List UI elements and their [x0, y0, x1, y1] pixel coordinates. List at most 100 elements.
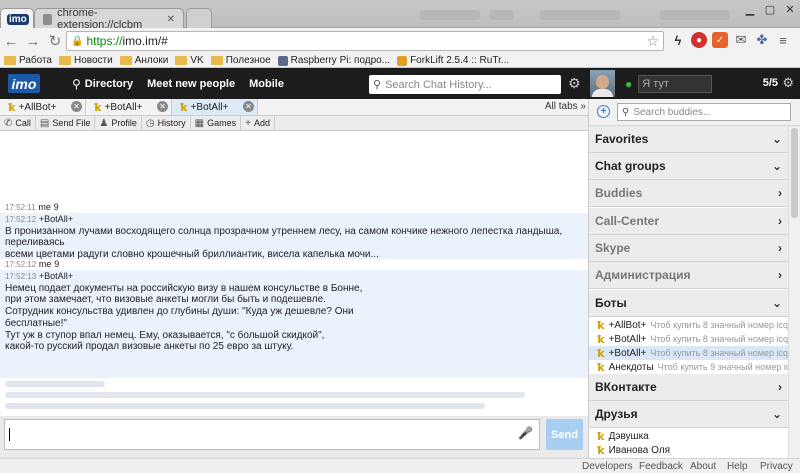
address-bar[interactable]: 🔒 https:// imo.im/# ☆	[66, 31, 664, 51]
habr-icon	[277, 55, 288, 66]
person-icon: ♟	[99, 117, 109, 129]
close-icon[interactable]: ✕	[243, 101, 254, 112]
footer-link-feedback[interactable]: Feedback	[639, 461, 683, 472]
orange-extension-icon[interactable]: ✓	[712, 32, 728, 48]
add-buddy-icon[interactable]: +	[597, 105, 610, 118]
group-chat-groups[interactable]: Chat groups ⌄	[589, 153, 788, 180]
nav-directory[interactable]: ⚲ Directory	[72, 77, 133, 91]
scrollbar-thumb[interactable]	[791, 128, 798, 218]
add-button[interactable]: + Add	[241, 115, 275, 131]
bookmark-star-icon[interactable]: ☆	[646, 33, 659, 50]
search-icon: ⚲	[622, 106, 630, 118]
group-favorites[interactable]: Favorites ⌄	[589, 126, 788, 153]
profile-button[interactable]: ♟ Profile	[95, 115, 142, 131]
close-window-icon[interactable]: ✕	[780, 0, 800, 18]
close-icon[interactable]: ✕	[157, 101, 168, 112]
new-tab-button[interactable]	[186, 8, 212, 29]
buddy-item[interactable]: ꝁ Дэвушка	[589, 429, 788, 443]
reload-icon[interactable]: ↻	[44, 32, 66, 50]
nav-meet-new-people[interactable]: Meet new people	[147, 78, 235, 90]
nav-mobile[interactable]: Mobile	[249, 78, 284, 90]
compose-area: 🎤 Send	[0, 416, 588, 458]
bookmark-item[interactable]: Анлоки	[119, 55, 168, 66]
bookmark-item[interactable]: ForkLift 2.5.4 :: RuTr...	[397, 55, 509, 66]
bookmark-item[interactable]: Работа	[4, 55, 52, 66]
online-count: 5/5	[762, 77, 778, 89]
message-me: 17:52:12 me 9	[0, 259, 588, 271]
footer-link-help[interactable]: Help	[727, 461, 748, 472]
browser-titlebar: imo ✕ chrome-extension://clcbm ✕ ▁ ▢ ✕	[0, 0, 800, 31]
close-icon[interactable]: ✕	[71, 101, 82, 112]
chat-tab-active[interactable]: ꝁ +BotAll+ ✕	[172, 99, 258, 115]
buddy-search-input[interactable]: ⚲ Search buddies...	[617, 103, 791, 121]
group-bots[interactable]: Боты ⌄	[589, 290, 788, 317]
imo-extension-icon[interactable]: ✤	[754, 32, 770, 48]
lock-icon: 🔒	[71, 35, 84, 47]
imo-logo[interactable]: imo	[8, 74, 40, 93]
group-friends[interactable]: Друзья ⌄	[589, 401, 788, 428]
forward-icon[interactable]: →	[22, 33, 44, 50]
back-icon[interactable]: ←	[0, 33, 22, 50]
folder-icon	[210, 56, 223, 65]
blurred-line	[5, 403, 485, 409]
chat-history-search-input[interactable]: ⚲ Search Chat History...	[369, 75, 561, 94]
group-buddies[interactable]: Buddies ›	[589, 180, 788, 207]
group-skype[interactable]: Skype ›	[589, 235, 788, 262]
bookmark-item[interactable]: VK	[175, 55, 204, 66]
buddy-item[interactable]: ꝁ +BotAll+ Чтоб купить 8 значный номер icq	[589, 332, 788, 346]
call-button[interactable]: ✆ Call	[0, 115, 36, 131]
buddy-item-selected[interactable]: ꝁ +BotAll+ Чтоб купить 8 значный номер icq	[589, 346, 788, 360]
buddy-item[interactable]: ꝁ +AllBot+ Чтоб купить 8 значный номер icq	[589, 318, 788, 332]
browser-toolbar: ← → ↻ 🔒 https:// imo.im/# ☆ ϟ ● ✓ ✉ ✤ ≡	[0, 28, 800, 54]
chat-tab[interactable]: ꝁ +BotAll+ ✕	[86, 99, 172, 115]
settings-gear-icon[interactable]: ⚙	[568, 75, 581, 92]
lightning-icon[interactable]: ϟ	[670, 32, 686, 48]
bot-icon: ꝁ	[180, 101, 188, 114]
settings-gear-icon[interactable]: ⚙	[782, 75, 794, 91]
message-line: В пронизанном лучами восходящего солнца …	[5, 225, 563, 249]
buddy-item[interactable]: ꝁ Анекдоты Чтоб купить 9 значный номер icq	[589, 360, 788, 374]
send-button[interactable]: Send	[546, 419, 583, 450]
close-icon[interactable]: ✕	[167, 14, 175, 25]
menu-icon[interactable]: ≡	[775, 32, 791, 48]
browser-tab-imo[interactable]: imo ✕	[0, 8, 42, 29]
chevron-right-icon: ›	[778, 214, 782, 228]
blurred-region	[490, 10, 514, 20]
bookmark-item[interactable]: Новости	[59, 55, 113, 66]
microphone-icon[interactable]: 🎤	[518, 426, 533, 440]
minimize-icon[interactable]: ▁	[740, 0, 760, 18]
blurred-region	[540, 10, 620, 20]
status-message-input[interactable]: Я тут	[638, 74, 713, 93]
group-call-center[interactable]: Call-Center ›	[589, 208, 788, 235]
gmail-icon[interactable]: ✉	[733, 32, 749, 48]
bookmark-item[interactable]: Полезное	[210, 55, 271, 66]
message-line: Тут уж в ступор впал немец. Ему, оказыва…	[5, 329, 325, 341]
history-button[interactable]: ◷ History	[142, 115, 191, 131]
footer-link-about[interactable]: About	[690, 461, 716, 472]
bot-icon: ꝁ	[94, 101, 102, 114]
bot-icon: ꝁ	[597, 347, 605, 360]
message-sender: me	[38, 259, 52, 269]
blurred-line	[5, 381, 105, 387]
group-vkontakte[interactable]: ВКонтакте ›	[589, 374, 788, 401]
bookmark-item[interactable]: Raspberry Pi: подро...	[277, 55, 390, 66]
sidebar-scrollbar[interactable]	[788, 126, 800, 458]
browser-tab-extension[interactable]: chrome-extension://clcbm ✕	[34, 7, 184, 31]
buddy-item[interactable]: ꝁ Иванова Оля	[589, 443, 788, 457]
message-input[interactable]: 🎤	[4, 419, 540, 450]
footer-link-privacy[interactable]: Privacy	[760, 461, 793, 472]
status-online-icon[interactable]: ●	[625, 77, 632, 91]
message-text: 9	[53, 202, 59, 212]
message-time: 17:52:12	[5, 260, 37, 269]
footer-link-developers[interactable]: Developers	[582, 461, 633, 472]
games-icon: ▦	[194, 117, 205, 129]
group-administration[interactable]: Администрация ›	[589, 262, 788, 289]
adblock-icon[interactable]: ●	[691, 32, 707, 48]
avatar[interactable]	[590, 70, 615, 97]
maximize-icon[interactable]: ▢	[760, 0, 780, 18]
games-button[interactable]: ▦ Games	[191, 115, 242, 131]
all-tabs-button[interactable]: All tabs »	[545, 101, 586, 112]
send-file-button[interactable]: ▤ Send File	[36, 115, 96, 131]
chat-tab[interactable]: ꝁ +AllBot+ ✕	[0, 99, 86, 115]
blurred-region	[420, 10, 480, 20]
